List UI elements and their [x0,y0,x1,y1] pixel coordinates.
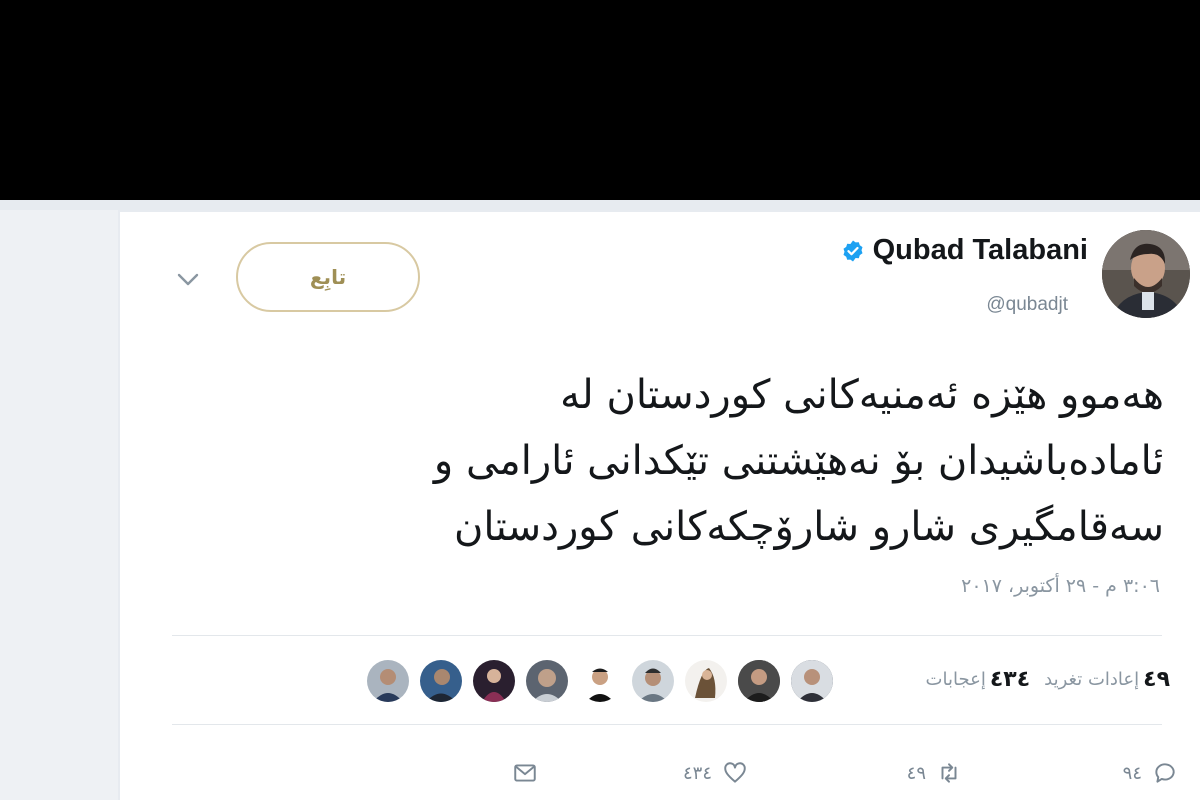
reply-button[interactable]: ٩٤ [1123,760,1178,786]
divider [172,724,1162,725]
tweet-text-line: هەموو هێزە ئەمنیەکانی کوردستان لە [560,372,1164,418]
retweet-button[interactable]: ٤٩ [907,760,962,786]
retweets-count[interactable]: ٤٩ [1143,667,1170,692]
liker-avatar[interactable] [791,660,833,702]
follow-button[interactable]: تابِع [236,242,420,312]
like-button[interactable]: ٤٣٤ [683,760,748,786]
like-icon [724,762,746,783]
verified-badge-icon [843,240,863,261]
likes-label[interactable]: إعجابات [926,669,986,690]
reply-count: ٩٤ [1122,762,1142,784]
avatar[interactable] [1102,230,1190,318]
likes-count[interactable]: ٤٣٤ [990,667,1030,692]
author-display-name[interactable]: Qubad Talabani [873,234,1088,267]
liker-avatars [356,660,833,702]
author-handle[interactable]: @qubadjt [986,294,1068,316]
black-redaction-band [0,0,1200,200]
author-name-row: Qubad Talabani [841,234,1088,267]
direct-message-button[interactable] [502,760,538,786]
direct-message-icon [514,764,536,782]
divider [172,635,1162,636]
liker-avatar[interactable] [738,660,780,702]
liker-avatar[interactable] [526,660,568,702]
reply-icon [1155,763,1175,783]
tweet-timestamp[interactable]: ٣:٠٦ م - ٢٩ أكتوبر، ٢٠١٧ [961,575,1160,597]
retweets-label[interactable]: إعادات تغريد [1044,669,1139,690]
tweet-text-line: سەقامگیری شارو شارۆچکەکانی کوردستان [454,504,1164,550]
liker-avatar[interactable] [632,660,674,702]
tweet-actions: ٩٤ ٤٩ ٤٣٤ [120,760,1200,800]
chevron-down-icon[interactable] [176,272,200,288]
liker-avatar[interactable] [420,660,462,702]
liker-avatar[interactable] [367,660,409,702]
tweet-text-line: ئامادەباشیدان بۆ نەهێشتنی تێکدانی ئارامی… [433,438,1164,484]
left-side-panel [0,210,118,800]
liker-avatar[interactable] [473,660,515,702]
liker-avatar[interactable] [579,660,621,702]
retweet-icon [941,763,957,783]
engagement-stats: ٤٩ إعادات تغريد ٤٣٤ إعجابات [912,667,1170,692]
tweet-text: هەموو هێزە ئەمنیەکانی کوردستان لە ئامادە… [204,362,1164,560]
retweet-count: ٤٩ [906,762,926,784]
liker-avatar[interactable] [685,660,727,702]
tweet-card: Qubad Talabani @qubadjt تابِع هەموو هێزە… [120,212,1200,800]
like-count: ٤٣٤ [682,762,712,784]
